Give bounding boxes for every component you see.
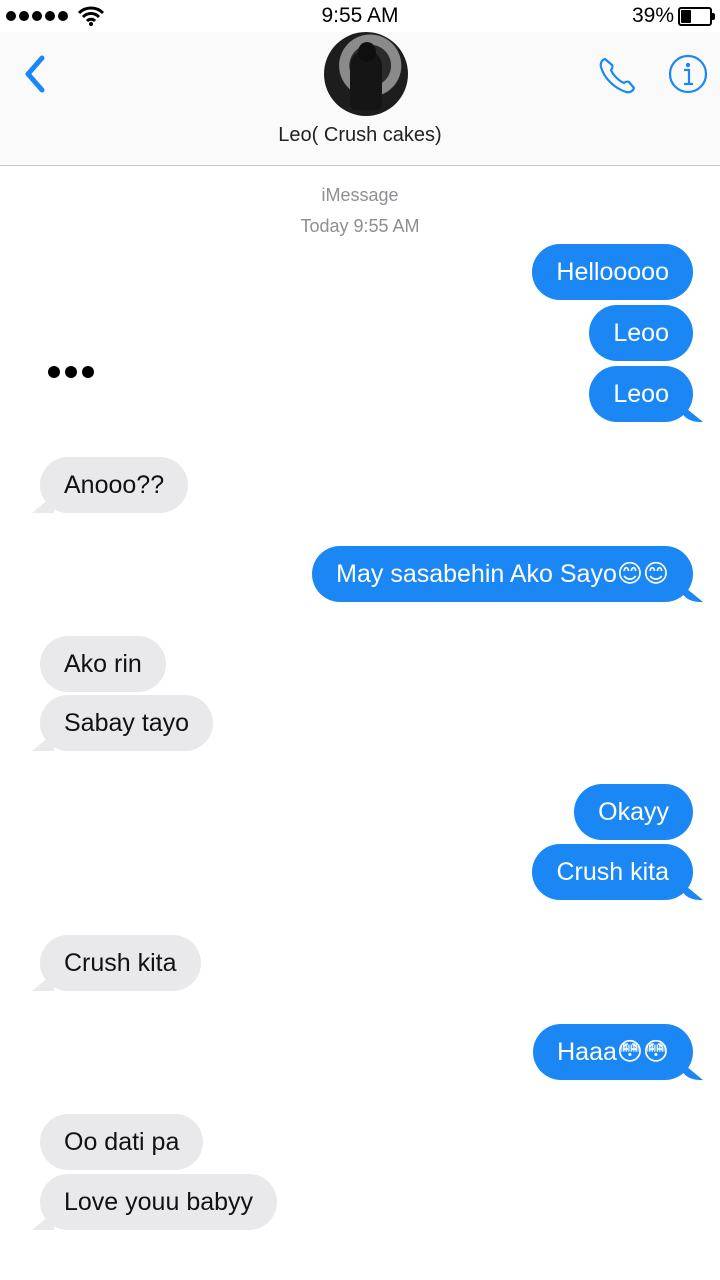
contact-avatar[interactable] [324, 32, 408, 116]
service-label: iMessage [321, 185, 399, 205]
message-bubble-outgoing[interactable]: May sasabehin Ako Sayo😊😊 [312, 546, 693, 602]
status-time: 9:55 AM [321, 4, 399, 27]
message-bubble-outgoing[interactable]: Hellooooo [532, 244, 693, 300]
message-bubble-incoming[interactable]: Crush kita [40, 935, 201, 991]
message-bubble-outgoing[interactable]: Leoo [589, 366, 693, 422]
contact-name[interactable]: Leo( Crush cakes) [0, 124, 720, 147]
typing-indicator [48, 366, 94, 378]
message-bubble-incoming[interactable]: Oo dati pa [40, 1114, 204, 1170]
message-bubble-outgoing[interactable]: Haaa😳😳 [533, 1024, 693, 1080]
message-bubble-incoming[interactable]: Love youu babyy [40, 1174, 278, 1230]
message-bubble-incoming[interactable]: Ako rin [40, 636, 166, 692]
message-bubble-outgoing[interactable]: Okayy [574, 784, 693, 840]
message-bubble-incoming[interactable]: Sabay tayo [40, 695, 214, 751]
status-bar: 9:55 AM 39% [0, 0, 720, 32]
info-icon[interactable] [668, 54, 708, 94]
thread-timestamp: Today 9:55 AM [300, 216, 420, 236]
battery-percentage: 39% [631, 4, 674, 27]
phone-icon[interactable] [596, 54, 640, 98]
back-chevron-icon[interactable] [20, 52, 50, 96]
conversation-header: Leo( Crush cakes) [0, 32, 720, 166]
message-bubble-outgoing[interactable]: Crush kita [532, 844, 693, 900]
message-bubble-outgoing[interactable]: Leoo [589, 305, 693, 361]
message-bubble-incoming[interactable]: Anooo?? [40, 457, 189, 513]
battery-icon [678, 7, 715, 26]
